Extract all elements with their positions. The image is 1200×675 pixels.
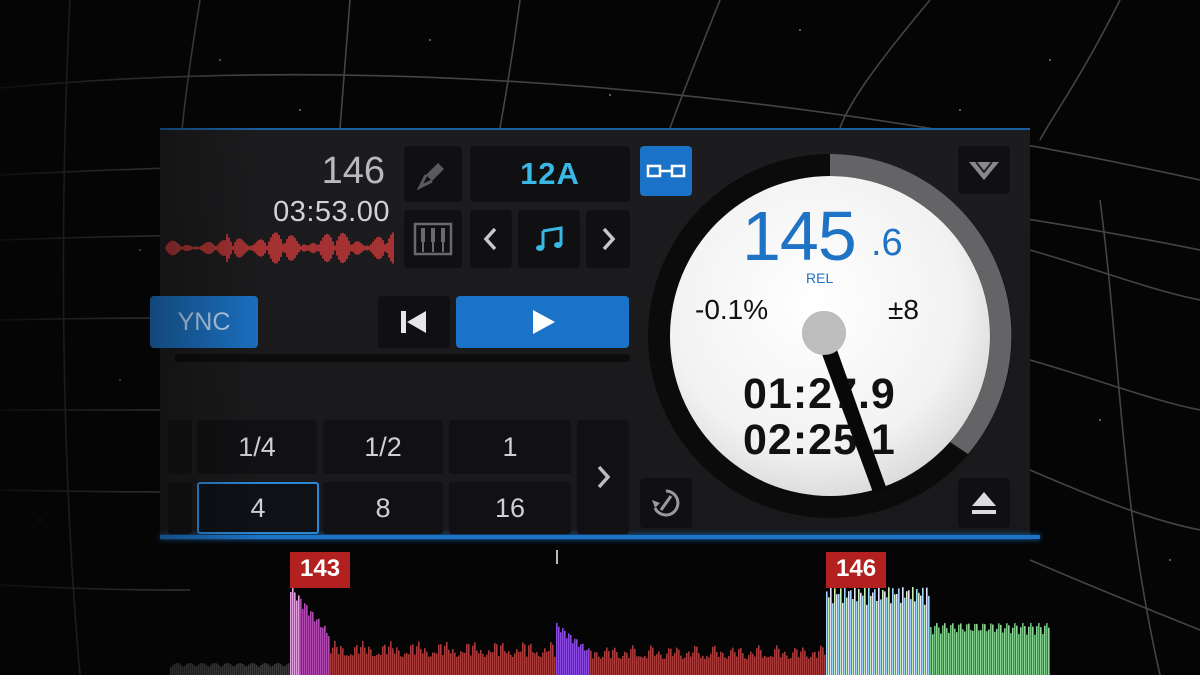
key-next-button[interactable] [586,210,630,268]
chevron-right-icon [597,465,611,489]
music-note-icon [536,226,563,251]
platter-mode-label: REL [806,270,834,286]
cue-marker-left[interactable]: 143 [290,552,351,588]
track-length: 03:53.00 [273,196,390,228]
chevron-right-icon [602,227,616,251]
mini-waveform [165,232,394,264]
skip-back-icon [401,311,426,333]
mic-button[interactable] [404,146,462,202]
loop-button-left-row2[interactable] [168,482,192,534]
key-prev-button[interactable] [470,210,512,268]
loop-button-half[interactable]: 1/2 [323,420,443,474]
sampler-button[interactable] [404,210,462,268]
loop-button-sixteen[interactable]: 16 [449,482,571,534]
loop-button-left-row1[interactable] [168,420,192,474]
sync-button[interactable]: YNC [150,296,258,348]
microphone-icon [416,163,444,191]
chevron-left-icon [483,227,497,251]
key-display[interactable]: 12A [470,146,630,202]
track-progress-bar[interactable] [175,354,630,362]
pitch-percent: -0.1% [695,294,769,325]
time-elapsed: 01:27.9 [743,370,896,418]
platter-bpm-decimal: .6 [871,222,903,264]
platter-bpm: 145 [742,197,857,275]
play-icon [532,310,555,334]
time-remaining: 02:25.1 [743,416,896,464]
pitch-range: ±8 [888,294,919,325]
key-music-button[interactable] [518,210,580,268]
loop-button-quarter[interactable]: 1/4 [197,420,317,474]
sampler-icon [413,222,453,256]
loop-next-button[interactable] [577,420,629,534]
key-label: 12A [520,156,580,191]
track-bpm: 146 [321,150,385,192]
deck-accent-line [160,535,1040,539]
cue-marker-right[interactable]: 146 [826,552,887,588]
loop-button-eight[interactable]: 8 [323,482,443,534]
loop-button-one[interactable]: 1 [449,420,571,474]
skip-back-button[interactable] [378,296,450,348]
loop-button-four[interactable]: 4 [197,482,319,534]
play-button[interactable] [456,296,629,348]
